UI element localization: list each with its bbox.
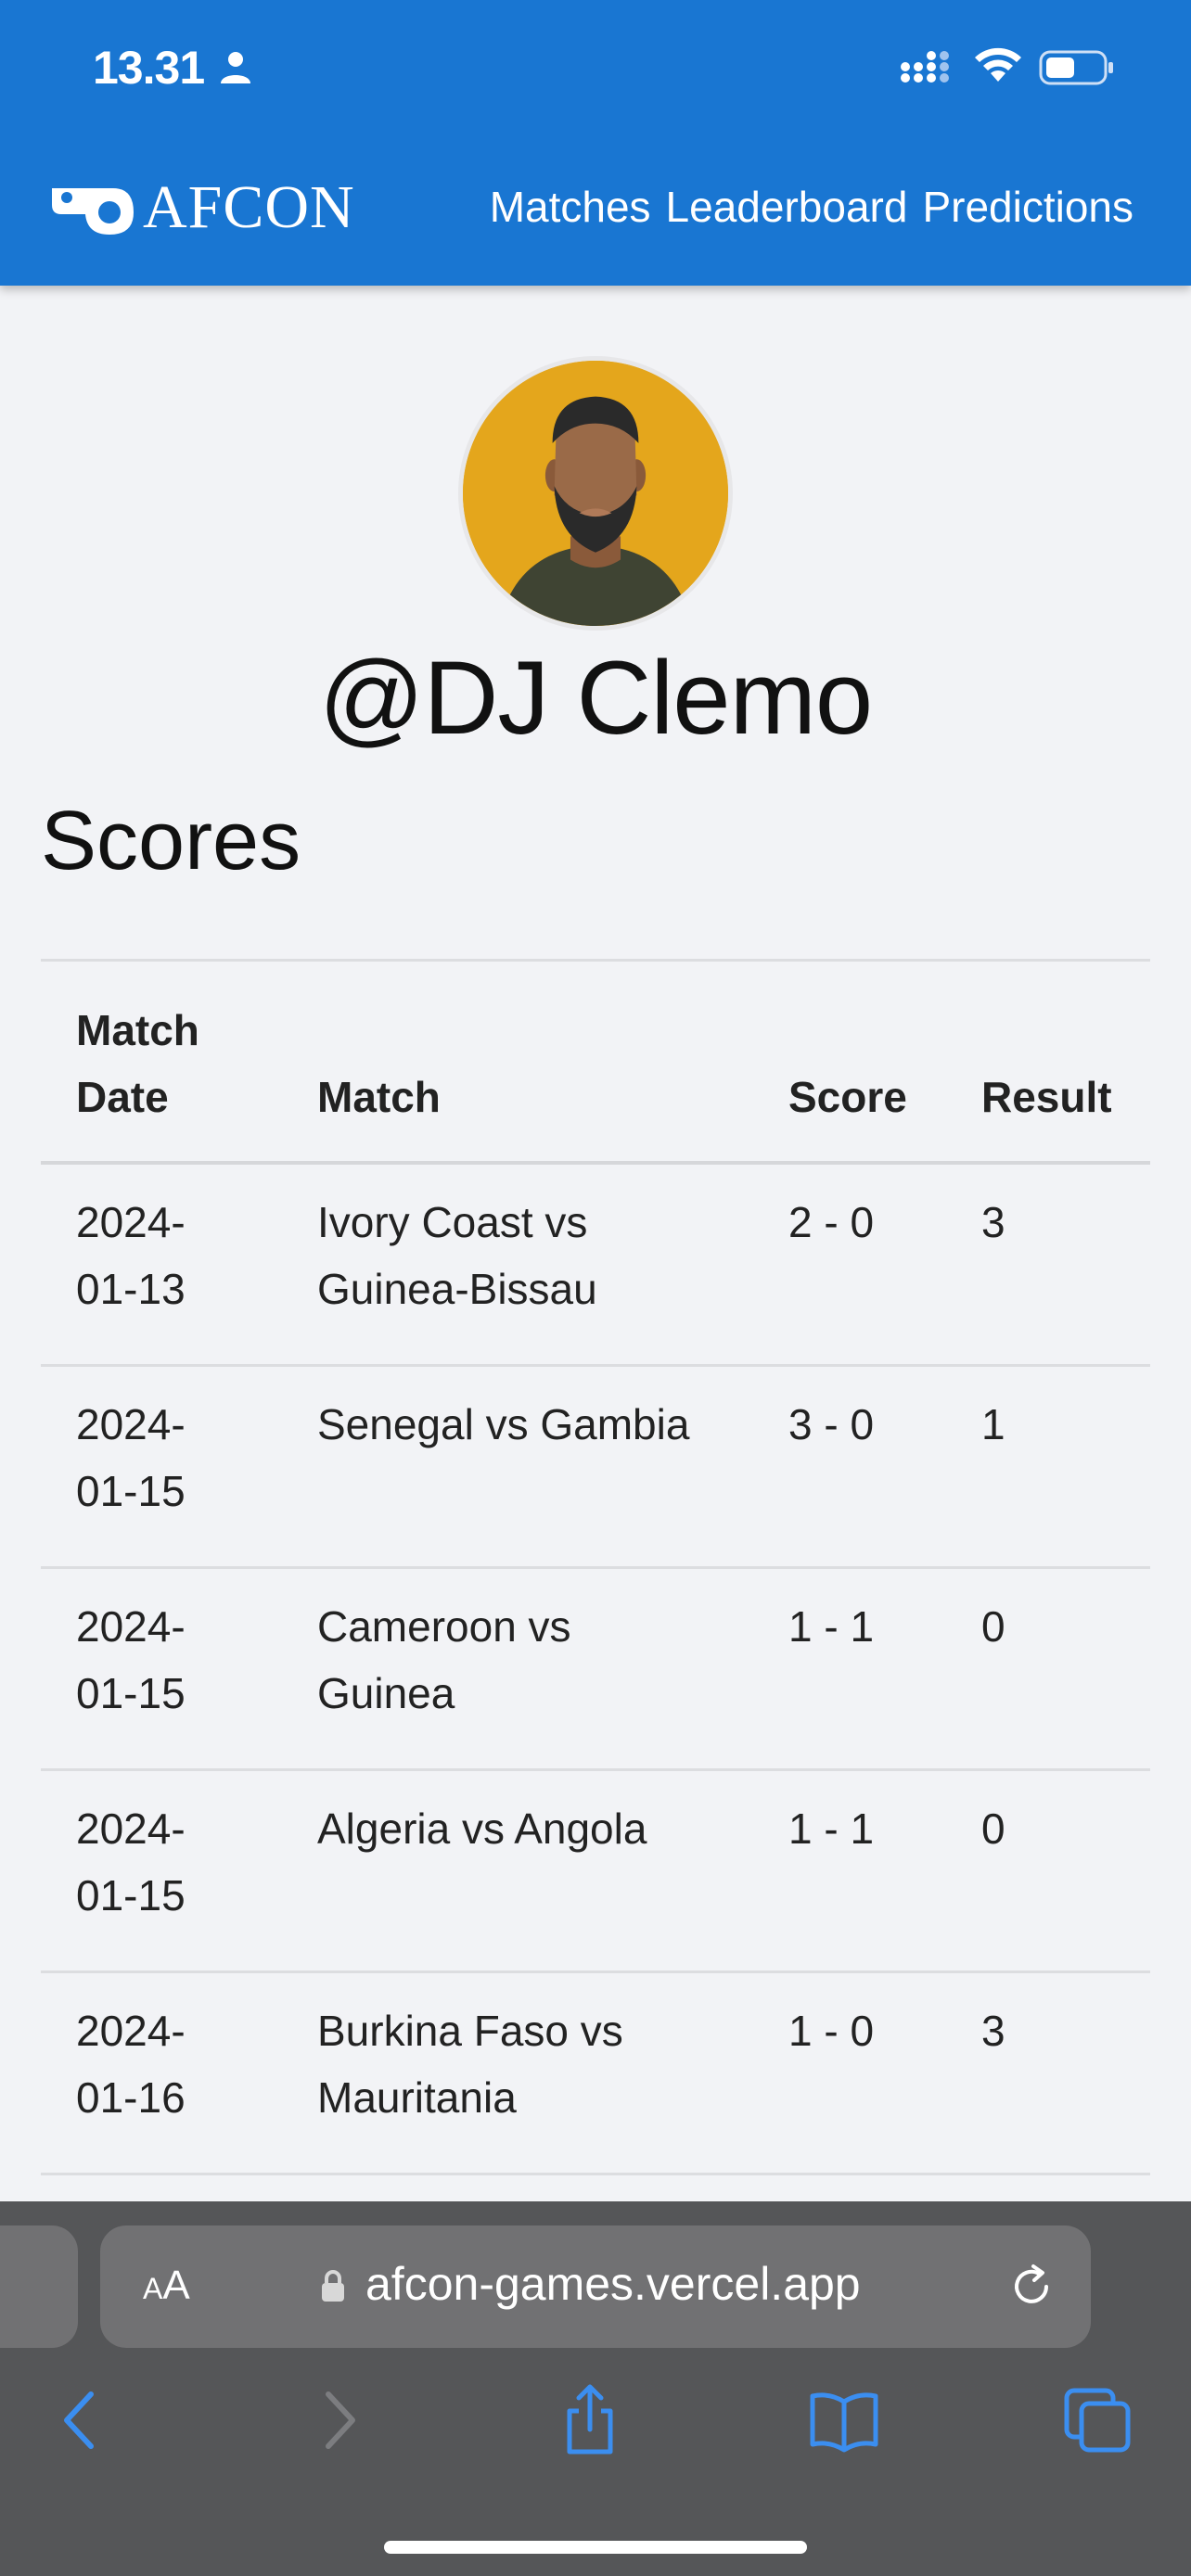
score-cell: 1 - 0 <box>788 2007 875 2055</box>
match-date-cell: 2024- 01-15 <box>76 1400 186 1515</box>
score-cell: 3 - 0 <box>788 1400 875 1448</box>
score-cell: 1 - 1 <box>788 1804 875 1853</box>
match-date-cell: 2024- 01-15 <box>76 1804 186 1919</box>
table-row: 2024- 01-15 Cameroon vs Guinea 1 - 1 0 <box>41 1569 1150 1771</box>
table-row: 2024- 01-15 Algeria vs Angola 1 - 1 0 <box>41 1771 1150 1973</box>
home-indicator[interactable] <box>384 2541 807 2554</box>
previous-tab-preview[interactable] <box>0 2225 78 2348</box>
status-time: 13.31 <box>93 42 205 94</box>
reader-settings-button[interactable]: AA <box>143 2263 190 2309</box>
browser-toolbar <box>0 2374 1191 2485</box>
table-row: 2024- 01-15 Senegal vs Gambia 3 - 0 1 <box>41 1367 1150 1569</box>
reload-icon[interactable] <box>1004 2259 1059 2315</box>
brand-name: AFCON <box>143 173 355 241</box>
result-cell: 1 <box>981 1400 1005 1448</box>
nav-link-predictions[interactable]: Predictions <box>922 182 1133 232</box>
signal-icon <box>901 51 949 83</box>
wifi-icon <box>975 47 1021 82</box>
table-header-row: Match Date Match Score Result <box>41 959 1150 1165</box>
column-header-score: Score <box>788 1073 907 1121</box>
result-cell: 3 <box>981 2007 1005 2055</box>
nav-link-matches[interactable]: Matches <box>490 182 651 232</box>
match-cell: Senegal vs Gambia <box>317 1400 690 1448</box>
url-text: afcon-games.vercel.app <box>365 2258 861 2310</box>
forward-icon[interactable] <box>302 2383 377 2457</box>
tabs-icon[interactable] <box>1061 2383 1135 2457</box>
match-cell: Cameroon vs Guinea <box>317 1602 571 1717</box>
scores-heading: Scores <box>41 795 301 887</box>
status-bar: 13.31 <box>0 0 1191 139</box>
match-date-cell: 2024- 01-13 <box>76 1198 186 1313</box>
back-icon[interactable] <box>43 2383 117 2457</box>
column-header-match-date: Match Date <box>76 1006 199 1121</box>
battery-icon <box>1039 50 1113 85</box>
address-bar[interactable]: AA afcon-games.vercel.app <box>100 2225 1091 2348</box>
table-row: 2024- 01-13 Ivory Coast vs Guinea-Bissau 2… <box>41 1165 1150 1367</box>
nav-link-leaderboard[interactable]: Leaderboard <box>666 182 908 232</box>
result-cell: 0 <box>981 1602 1005 1651</box>
result-cell: 0 <box>981 1804 1005 1853</box>
whistle-icon <box>52 188 134 235</box>
result-cell: 3 <box>981 1198 1005 1246</box>
profile-username: @DJ Clemo <box>318 640 873 756</box>
column-header-match: Match <box>317 1073 441 1121</box>
browser-chrome: AA afcon-games.vercel.app <box>0 2201 1191 2576</box>
person-icon <box>221 52 250 83</box>
app-header: 13.31 AFCON Matches Leaderboard Predicti… <box>0 0 1191 286</box>
match-cell: Burkina Faso vs Mauritania <box>317 2007 623 2122</box>
scores-table: Match Date Match Score Result 2024- 01-13… <box>41 959 1150 2175</box>
score-cell: 2 - 0 <box>788 1198 875 1246</box>
match-cell: Ivory Coast vs Guinea-Bissau <box>317 1198 597 1313</box>
match-date-cell: 2024- 01-16 <box>76 2007 186 2122</box>
avatar-illustration <box>463 361 728 626</box>
avatar <box>458 356 733 631</box>
column-header-result: Result <box>981 1073 1112 1121</box>
lock-icon <box>322 2270 344 2302</box>
share-icon[interactable] <box>553 2383 627 2457</box>
brand-link[interactable]: AFCON <box>48 172 355 243</box>
main-nav: Matches Leaderboard Predictions <box>490 182 1133 232</box>
bookmarks-icon[interactable] <box>807 2383 881 2457</box>
score-cell: 1 - 1 <box>788 1602 875 1651</box>
table-row: 2024- 01-16 Burkina Faso vs Mauritania 1 -… <box>41 1973 1150 2175</box>
match-cell: Algeria vs Angola <box>317 1804 647 1853</box>
match-date-cell: 2024- 01-15 <box>76 1602 186 1717</box>
